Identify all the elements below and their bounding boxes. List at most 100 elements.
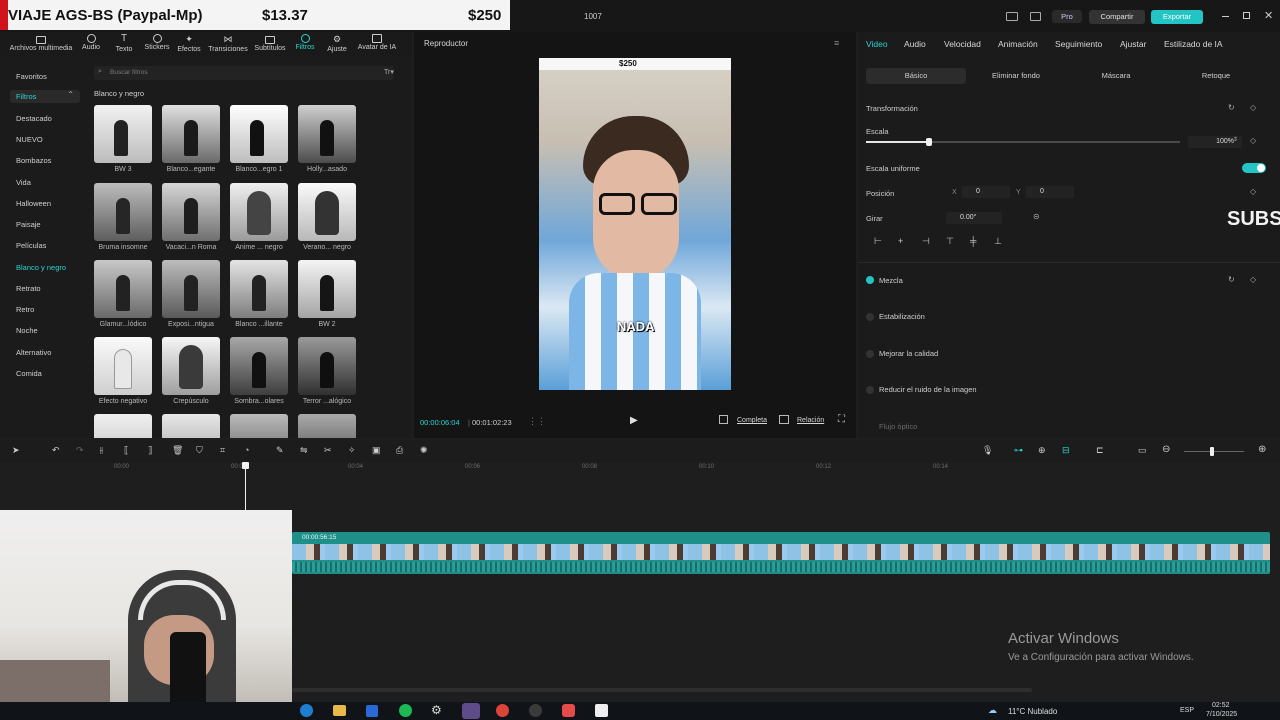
filter-thumb[interactable] — [298, 183, 356, 241]
microphone-icon[interactable]: 🎙 — [982, 445, 993, 456]
video-clip[interactable]: 00:00:56:15 — [292, 532, 1270, 574]
transform-heading[interactable]: Transformación — [866, 104, 918, 113]
preview-axis-icon[interactable]: ⊟ — [1062, 445, 1070, 456]
camera-icon[interactable]: ⎙ — [396, 445, 403, 456]
filter-thumb[interactable] — [162, 414, 220, 438]
filter-thumb[interactable] — [230, 183, 288, 241]
filter-thumb[interactable] — [94, 105, 152, 163]
toolbar-transitions[interactable]: ⋈ Transiciones — [207, 34, 249, 53]
trim-right-icon[interactable]: ⟧ — [148, 445, 152, 456]
align-center-h-icon[interactable]: + — [898, 236, 903, 246]
rotate-input[interactable]: 0.00° — [946, 212, 1002, 224]
zoom-in-icon[interactable]: ⊕ — [1258, 444, 1266, 455]
zoom-out-icon[interactable]: ⊖ — [1162, 444, 1170, 455]
zoom-slider[interactable] — [1184, 447, 1244, 456]
filter-thumb[interactable] — [298, 414, 356, 438]
filter-thumb[interactable] — [162, 260, 220, 318]
menu-icon[interactable]: ≡ — [834, 38, 839, 48]
tab-animation[interactable]: Animación — [998, 39, 1038, 49]
cat-alternative[interactable]: Alternativo — [16, 348, 51, 357]
clock-time[interactable]: 02:52 — [1212, 702, 1230, 709]
capcut-icon[interactable] — [595, 704, 608, 717]
sparkle-icon[interactable]: ✺ — [420, 445, 428, 456]
tab-speed[interactable]: Velocidad — [944, 39, 981, 49]
cat-filters[interactable]: Filtros ⌃ — [10, 90, 80, 103]
store-icon[interactable] — [366, 705, 378, 717]
share-button[interactable]: Compartir — [1089, 10, 1145, 24]
cat-featured[interactable]: Destacado — [16, 114, 52, 123]
speed-icon[interactable]: ◔ — [244, 445, 249, 455]
cat-new[interactable]: NUEVO — [16, 135, 43, 144]
align-top-icon[interactable]: ⊤ — [946, 236, 954, 247]
cat-portrait[interactable]: Retrato — [16, 284, 41, 293]
toolbar-subtitles[interactable]: Subtítulos — [252, 34, 288, 52]
maximize-icon[interactable] — [1243, 12, 1250, 19]
split-icon[interactable]: ⫲ — [100, 445, 103, 456]
stepper-icon[interactable]: ⇕ — [1233, 136, 1238, 143]
subtab-retouch[interactable]: Retoque — [1166, 68, 1266, 84]
quality-label[interactable]: Mejorar la calidad — [879, 349, 938, 358]
tab-video[interactable]: Video — [866, 39, 888, 49]
video-preview[interactable]: $250 NADA — [539, 58, 731, 390]
toolbar-filters[interactable]: Filtros — [292, 34, 318, 51]
scale-slider-track[interactable] — [866, 138, 1180, 146]
filter-thumb[interactable] — [94, 260, 152, 318]
subtab-basic[interactable]: Básico — [866, 68, 966, 84]
cat-halloween[interactable]: Halloween — [16, 199, 51, 208]
filter-thumb[interactable] — [162, 337, 220, 395]
export-button[interactable]: Exportar — [1151, 10, 1203, 24]
denoise-label[interactable]: Reducir el ruido de la imagen — [879, 385, 977, 394]
align-right-icon[interactable]: ⊣ — [922, 236, 930, 247]
zoom-slider-handle[interactable] — [1210, 447, 1214, 456]
obs-icon[interactable] — [529, 704, 542, 717]
edge-icon[interactable] — [300, 704, 313, 717]
redo-icon[interactable]: ↷ — [76, 445, 84, 456]
pos-x-input[interactable]: 0 — [962, 186, 1010, 198]
select-tool-icon[interactable]: ➤ — [12, 445, 20, 456]
ratio-button[interactable]: Relación — [797, 417, 824, 424]
cat-hits[interactable]: Bombazos — [16, 156, 51, 165]
caption-icon[interactable]: ▭ — [1138, 445, 1147, 456]
filter-thumb[interactable] — [162, 183, 220, 241]
link-icon[interactable]: ⊶ — [1014, 445, 1023, 456]
timeline-scrollbar[interactable] — [292, 688, 1032, 692]
toolbar-media[interactable]: Archivos multimedia — [8, 34, 74, 52]
cat-life[interactable]: Vida — [16, 178, 31, 187]
filter-thumb[interactable] — [94, 414, 152, 438]
stabilize-checkbox[interactable] — [866, 313, 874, 321]
uniform-scale-toggle[interactable] — [1242, 163, 1266, 173]
quality-checkbox[interactable] — [866, 350, 874, 358]
settings-icon[interactable] — [1030, 12, 1041, 21]
layout-icon[interactable] — [1006, 12, 1018, 21]
tab-adjust[interactable]: Ajustar — [1120, 39, 1146, 49]
cat-food[interactable]: Comida — [16, 369, 42, 378]
tab-audio[interactable]: Audio — [904, 39, 926, 49]
cat-night[interactable]: Noche — [16, 326, 38, 335]
reset-icon[interactable]: ↻ — [1228, 275, 1235, 284]
clock-date[interactable]: 7/10/2025 — [1206, 711, 1237, 718]
close-icon[interactable]: ✕ — [1264, 9, 1273, 22]
spotify-icon[interactable] — [399, 704, 412, 717]
filter-thumb[interactable] — [230, 260, 288, 318]
align-left-icon[interactable]: ⊢ — [874, 236, 882, 247]
blend-label[interactable]: Mezcla — [879, 276, 903, 285]
chrome-icon[interactable] — [496, 704, 509, 717]
reframe-icon[interactable]: ▣ — [372, 445, 381, 456]
full-quality-button[interactable]: Completa — [737, 417, 767, 424]
cat-favorites[interactable]: Favoritos — [10, 70, 80, 82]
keyframe-icon[interactable]: ◇ — [1250, 275, 1256, 284]
blend-checkbox[interactable] — [866, 276, 874, 284]
pos-y-input[interactable]: 0 — [1026, 186, 1074, 198]
filter-thumb[interactable] — [94, 337, 152, 395]
grid-icon[interactable]: ⋮⋮ — [528, 416, 546, 427]
split-view-icon[interactable]: ⊏ — [1096, 445, 1104, 456]
toolbar-text[interactable]: T Texto — [111, 34, 137, 54]
tab-tracking[interactable]: Seguimiento — [1055, 39, 1102, 49]
reset-icon[interactable]: ↻ — [1228, 103, 1235, 112]
search-field[interactable]: ⌕ Buscar filtros — [94, 66, 394, 80]
subtab-remove-bg[interactable]: Eliminar fondo — [966, 68, 1066, 84]
cat-retro[interactable]: Retro — [16, 305, 34, 314]
playhead-handle[interactable] — [242, 462, 249, 469]
discord-icon[interactable] — [462, 703, 480, 719]
toolbar-adjust[interactable]: ⚙ Ajuste — [324, 34, 350, 53]
